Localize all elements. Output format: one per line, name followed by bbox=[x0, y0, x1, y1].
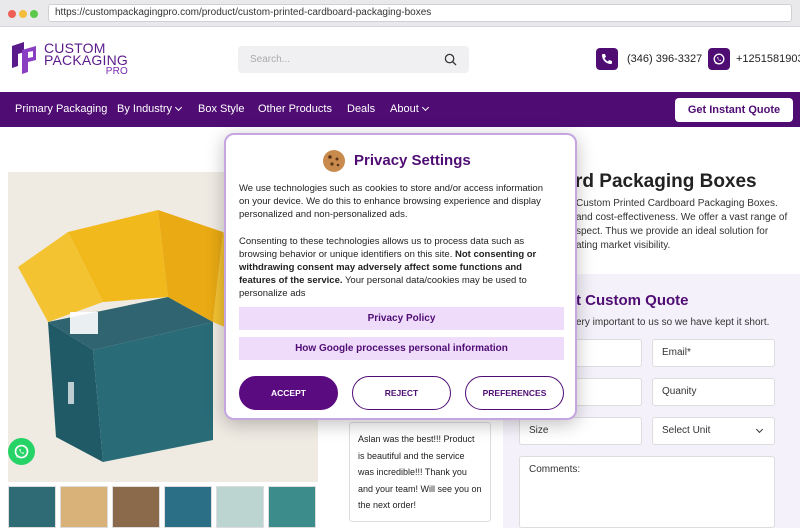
site-header: CUSTOM PACKAGING PRO Search... (346) 396… bbox=[0, 27, 800, 91]
get-instant-quote-button[interactable]: Get Instant Quote bbox=[675, 98, 793, 122]
whatsapp-icon bbox=[14, 444, 29, 459]
paragraph-line: Consenting to these technologies allows … bbox=[239, 236, 525, 247]
nav-item-label: By Industry bbox=[117, 103, 173, 115]
nav-item-other-products[interactable]: Other Products bbox=[258, 92, 332, 127]
nav-item-box-style[interactable]: Box Style bbox=[198, 92, 244, 127]
email-field[interactable]: Email* bbox=[652, 339, 775, 367]
review-card: Aslan was the best!!! Product is beautif… bbox=[349, 422, 491, 522]
product-description-line: Custom Printed Cardboard Packaging Boxes… bbox=[576, 198, 778, 209]
search-input[interactable]: Search... bbox=[238, 46, 469, 73]
search-icon[interactable] bbox=[444, 53, 457, 66]
privacy-policy-link[interactable]: Privacy Policy bbox=[239, 307, 564, 330]
dialog-title: Privacy Settings bbox=[354, 152, 471, 169]
dialog-paragraph-1: We use technologies such as cookies to s… bbox=[239, 182, 564, 221]
nav-item-label: About bbox=[390, 103, 419, 115]
quantity-field[interactable]: Quanity bbox=[652, 378, 775, 406]
google-privacy-link[interactable]: How Google processes personal informatio… bbox=[239, 337, 564, 360]
whatsapp-chat-button[interactable] bbox=[8, 438, 35, 465]
paragraph-text: browsing behavior or unique identifiers … bbox=[239, 249, 453, 260]
whatsapp-number[interactable]: +12515819031 bbox=[736, 53, 800, 65]
thumbnail-image[interactable] bbox=[112, 486, 160, 528]
accept-button[interactable]: ACCEPT bbox=[239, 376, 338, 410]
consent-warning-text: withdrawing consent may adversely affect… bbox=[239, 262, 522, 273]
product-description-line: and cost-effectiveness. We offer a vast … bbox=[576, 212, 788, 223]
logo-icon[interactable] bbox=[8, 40, 40, 76]
privacy-settings-dialog: Privacy Settings We use technologies suc… bbox=[224, 133, 577, 420]
review-line: was incredible!!! Thank you bbox=[358, 467, 467, 477]
quote-form-title: t Custom Quote bbox=[576, 292, 689, 309]
paragraph-line: personalized and non-personalized ads. bbox=[239, 209, 408, 220]
nav-item-deals[interactable]: Deals bbox=[347, 92, 375, 127]
comments-textarea[interactable]: Comments: bbox=[519, 456, 775, 528]
paragraph-line: browsing behavior or unique identifiers … bbox=[239, 248, 564, 261]
nav-item-about[interactable]: About bbox=[390, 92, 429, 127]
dialog-paragraph-2: Consenting to these technologies allows … bbox=[239, 235, 564, 300]
thumbnail-image[interactable] bbox=[164, 486, 212, 528]
address-bar[interactable]: https://custompackagingpro.com/product/c… bbox=[48, 4, 792, 22]
paragraph-line: We use technologies such as cookies to s… bbox=[239, 183, 543, 194]
cookie-icon bbox=[323, 150, 345, 172]
minimize-window-dot[interactable] bbox=[19, 10, 27, 18]
close-window-dot[interactable] bbox=[8, 10, 16, 18]
logo-wordmark[interactable]: CUSTOM PACKAGING PRO bbox=[44, 41, 129, 77]
browser-chrome: https://custompackagingpro.com/product/c… bbox=[0, 0, 800, 27]
logo-line-2: PACKAGING bbox=[44, 52, 129, 68]
review-line: the next order! bbox=[358, 500, 417, 510]
thumbnail-image[interactable] bbox=[60, 486, 108, 528]
chevron-down-icon bbox=[421, 103, 429, 112]
size-field[interactable]: Size bbox=[519, 417, 642, 445]
paragraph-text: Your personal data/cookies may be used t… bbox=[344, 275, 527, 286]
product-description-line: ating market visibility. bbox=[576, 240, 671, 251]
nav-item-by-industry[interactable]: By Industry bbox=[117, 92, 183, 127]
nav-item-primary-packaging[interactable]: Primary Packaging bbox=[15, 92, 107, 127]
thumbnail-image[interactable] bbox=[268, 486, 316, 528]
quote-form-subtitle: ery important to us so we have kept it s… bbox=[576, 317, 770, 328]
reject-button[interactable]: REJECT bbox=[352, 376, 451, 410]
consent-warning-text: features of the service. bbox=[239, 275, 343, 286]
whatsapp-icon bbox=[713, 53, 725, 65]
search-placeholder: Search... bbox=[250, 54, 291, 65]
review-line: Aslan was the best!!! Product bbox=[358, 434, 475, 444]
whatsapp-icon-button[interactable] bbox=[708, 48, 730, 70]
preferences-button[interactable]: PREFERENCES bbox=[465, 376, 564, 410]
unit-select-value: Select Unit bbox=[662, 425, 711, 436]
phone-number[interactable]: (346) 396-3327 bbox=[627, 53, 702, 65]
review-line: is beautiful and the service bbox=[358, 450, 465, 461]
product-description-line: spect. Thus we provide an ideal solution… bbox=[576, 226, 769, 237]
phone-icon-button[interactable] bbox=[596, 48, 618, 70]
unit-select[interactable]: Select Unit bbox=[652, 417, 775, 445]
maximize-window-dot[interactable] bbox=[30, 10, 38, 18]
paragraph-line: features of the service. Your personal d… bbox=[239, 274, 564, 287]
review-line: and your team! Will see you on bbox=[358, 483, 482, 494]
consent-warning-text: Not consenting or bbox=[454, 249, 537, 260]
chevron-down-icon bbox=[755, 425, 764, 434]
thumbnail-image[interactable] bbox=[8, 486, 56, 528]
paragraph-line: personalize ads bbox=[239, 288, 306, 299]
paragraph-line: on your device. We do this to enhance br… bbox=[239, 196, 541, 207]
product-title: rd Packaging Boxes bbox=[575, 171, 757, 192]
phone-icon bbox=[602, 54, 612, 64]
chevron-down-icon bbox=[174, 103, 183, 112]
thumbnail-image[interactable] bbox=[216, 486, 264, 528]
paragraph-line: withdrawing consent may adversely affect… bbox=[239, 261, 564, 274]
